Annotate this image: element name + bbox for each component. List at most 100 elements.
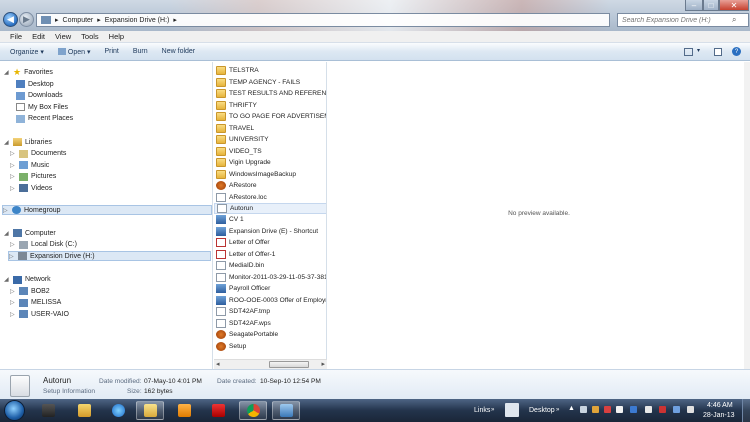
- file-row[interactable]: TEST RESULTS AND REFERENCES: [214, 88, 326, 100]
- taskbar-app-chrome[interactable]: [239, 401, 267, 420]
- file-row[interactable]: Letter of Offer: [214, 237, 326, 249]
- file-row[interactable]: SDT42AF.wps: [214, 318, 326, 330]
- nav-network-item[interactable]: ▷ USER-VAIO: [10, 309, 69, 319]
- file-row[interactable]: Autorun: [214, 202, 326, 215]
- back-button[interactable]: ◀: [3, 12, 18, 27]
- nav-downloads[interactable]: Downloads: [16, 91, 63, 101]
- search-box[interactable]: ⌕: [617, 13, 749, 27]
- expand-icon[interactable]: ▷: [10, 288, 16, 295]
- expand-icon[interactable]: ◢: [4, 230, 10, 237]
- open-button[interactable]: Open ▾: [57, 48, 90, 56]
- expand-icon[interactable]: ◢: [4, 276, 10, 283]
- expand-icon[interactable]: ▷: [10, 162, 16, 169]
- organize-button[interactable]: Organize ▾: [10, 48, 44, 56]
- desktop-chevron-icon[interactable]: »: [556, 407, 559, 413]
- expand-icon[interactable]: ▷: [10, 185, 16, 192]
- nav-documents[interactable]: ▷ Documents: [10, 149, 66, 159]
- taskbar-app[interactable]: [34, 401, 62, 420]
- tray-icon[interactable]: [630, 406, 637, 413]
- file-row[interactable]: TRAVEL: [214, 122, 326, 134]
- file-row[interactable]: ROO-OOE-0003 Offer of Employm: [214, 295, 326, 307]
- tray-icon[interactable]: [616, 406, 623, 413]
- nav-network-item[interactable]: ▷ BOB2: [10, 286, 50, 296]
- nav-my-box-files[interactable]: My Box Files: [16, 102, 68, 112]
- nav-libraries[interactable]: ◢ Libraries: [4, 137, 52, 147]
- clock-time[interactable]: 4:46 AM: [707, 402, 733, 409]
- taskbar-app[interactable]: [170, 401, 198, 420]
- nav-computer[interactable]: ◢ Computer: [4, 228, 56, 238]
- file-row[interactable]: Letter of Offer-1: [214, 249, 326, 261]
- file-row[interactable]: Monitor-2011-03-29-11-05-37-381: [214, 272, 326, 284]
- taskbar-app[interactable]: [70, 401, 98, 420]
- start-button[interactable]: [4, 400, 25, 421]
- menu-view[interactable]: View: [55, 32, 71, 41]
- nav-homegroup[interactable]: ▷ Homegroup: [2, 205, 212, 215]
- expand-icon[interactable]: ▷: [10, 173, 16, 180]
- file-row[interactable]: UNIVERSITY: [214, 134, 326, 146]
- file-row[interactable]: TELSTRA: [214, 65, 326, 77]
- tray-icon[interactable]: [604, 406, 611, 413]
- file-row[interactable]: SDT42AF.tmp: [214, 306, 326, 318]
- breadcrumb-computer[interactable]: Computer: [63, 17, 94, 24]
- horizontal-scrollbar[interactable]: ◂ ▸: [214, 359, 327, 369]
- menu-file[interactable]: File: [10, 32, 22, 41]
- nav-recent-places[interactable]: Recent Places: [16, 114, 73, 124]
- taskbar-app[interactable]: [104, 401, 132, 420]
- new-folder-button[interactable]: New folder: [162, 48, 195, 55]
- nav-expansion-drive[interactable]: ▷ Expansion Drive (H:): [8, 251, 211, 261]
- tray-icon[interactable]: [592, 406, 599, 413]
- nav-favorites[interactable]: ◢ ★ Favorites: [4, 67, 53, 77]
- file-row[interactable]: MediaID.bin: [214, 260, 326, 272]
- file-row[interactable]: Expansion Drive (E) - Shortcut: [214, 226, 326, 238]
- preview-pane-icon[interactable]: [714, 48, 722, 56]
- taskbar-app[interactable]: [204, 401, 232, 420]
- file-row[interactable]: TO GO PAGE FOR ADVERTISEMEN: [214, 111, 326, 123]
- taskbar-app-remote[interactable]: [272, 401, 300, 420]
- menu-edit[interactable]: Edit: [32, 32, 45, 41]
- file-row[interactable]: ARestore.loc: [214, 191, 326, 203]
- file-row[interactable]: Setup: [214, 341, 326, 353]
- expand-icon[interactable]: ▷: [10, 150, 16, 157]
- file-row[interactable]: VIDEO_TS: [214, 145, 326, 157]
- expand-icon[interactable]: ▷: [9, 253, 15, 260]
- nav-music[interactable]: ▷ Music: [10, 160, 49, 170]
- expand-icon[interactable]: ▷: [10, 299, 16, 306]
- print-button[interactable]: Print: [104, 48, 118, 55]
- volume-icon[interactable]: [687, 406, 694, 413]
- action-center-flag-icon[interactable]: [645, 406, 652, 413]
- nav-local-disk[interactable]: ▷ Local Disk (C:): [10, 240, 77, 250]
- links-toolbar[interactable]: Links: [474, 407, 490, 414]
- file-row[interactable]: ARestore: [214, 180, 326, 192]
- tray-icon[interactable]: [580, 406, 587, 413]
- expand-icon[interactable]: ▷: [3, 207, 9, 214]
- nav-network-item[interactable]: ▷ MELISSA: [10, 298, 61, 308]
- address-bar[interactable]: ▸ Computer ▸ Expansion Drive (H:) ▸: [36, 13, 610, 27]
- close-button[interactable]: ✕: [719, 0, 749, 11]
- breadcrumb-drive[interactable]: Expansion Drive (H:): [105, 17, 170, 24]
- burn-button[interactable]: Burn: [133, 48, 148, 55]
- expand-icon[interactable]: ◢: [4, 139, 10, 146]
- show-desktop-button[interactable]: [742, 399, 750, 422]
- file-row[interactable]: WindowsImageBackup: [214, 168, 326, 180]
- view-options-icon[interactable]: [684, 48, 693, 56]
- file-row[interactable]: TEMP AGENCY - FAILS: [214, 76, 326, 88]
- maximize-button[interactable]: □: [703, 0, 719, 11]
- nav-pictures[interactable]: ▷ Pictures: [10, 172, 56, 182]
- desktop-toolbar[interactable]: Desktop: [529, 407, 555, 414]
- search-icon[interactable]: ⌕: [732, 15, 736, 25]
- expand-icon[interactable]: ▷: [10, 241, 16, 248]
- clock-date[interactable]: 28-Jan-13: [703, 412, 735, 419]
- expand-icon[interactable]: ◢: [4, 69, 10, 76]
- tray-expand-icon[interactable]: ▲: [568, 405, 575, 412]
- tray-icon[interactable]: [659, 406, 666, 413]
- checklist-icon[interactable]: [505, 403, 519, 417]
- search-input[interactable]: [622, 16, 732, 24]
- scroll-right-icon[interactable]: ▸: [321, 360, 325, 368]
- menu-tools[interactable]: Tools: [81, 32, 99, 41]
- taskbar-app-explorer[interactable]: [136, 401, 164, 420]
- file-row[interactable]: Payroll Officer: [214, 283, 326, 295]
- minimize-button[interactable]: –: [685, 0, 703, 11]
- file-row[interactable]: THRIFTY: [214, 99, 326, 111]
- file-row[interactable]: Vigin Upgrade: [214, 157, 326, 169]
- scroll-thumb[interactable]: [269, 361, 309, 368]
